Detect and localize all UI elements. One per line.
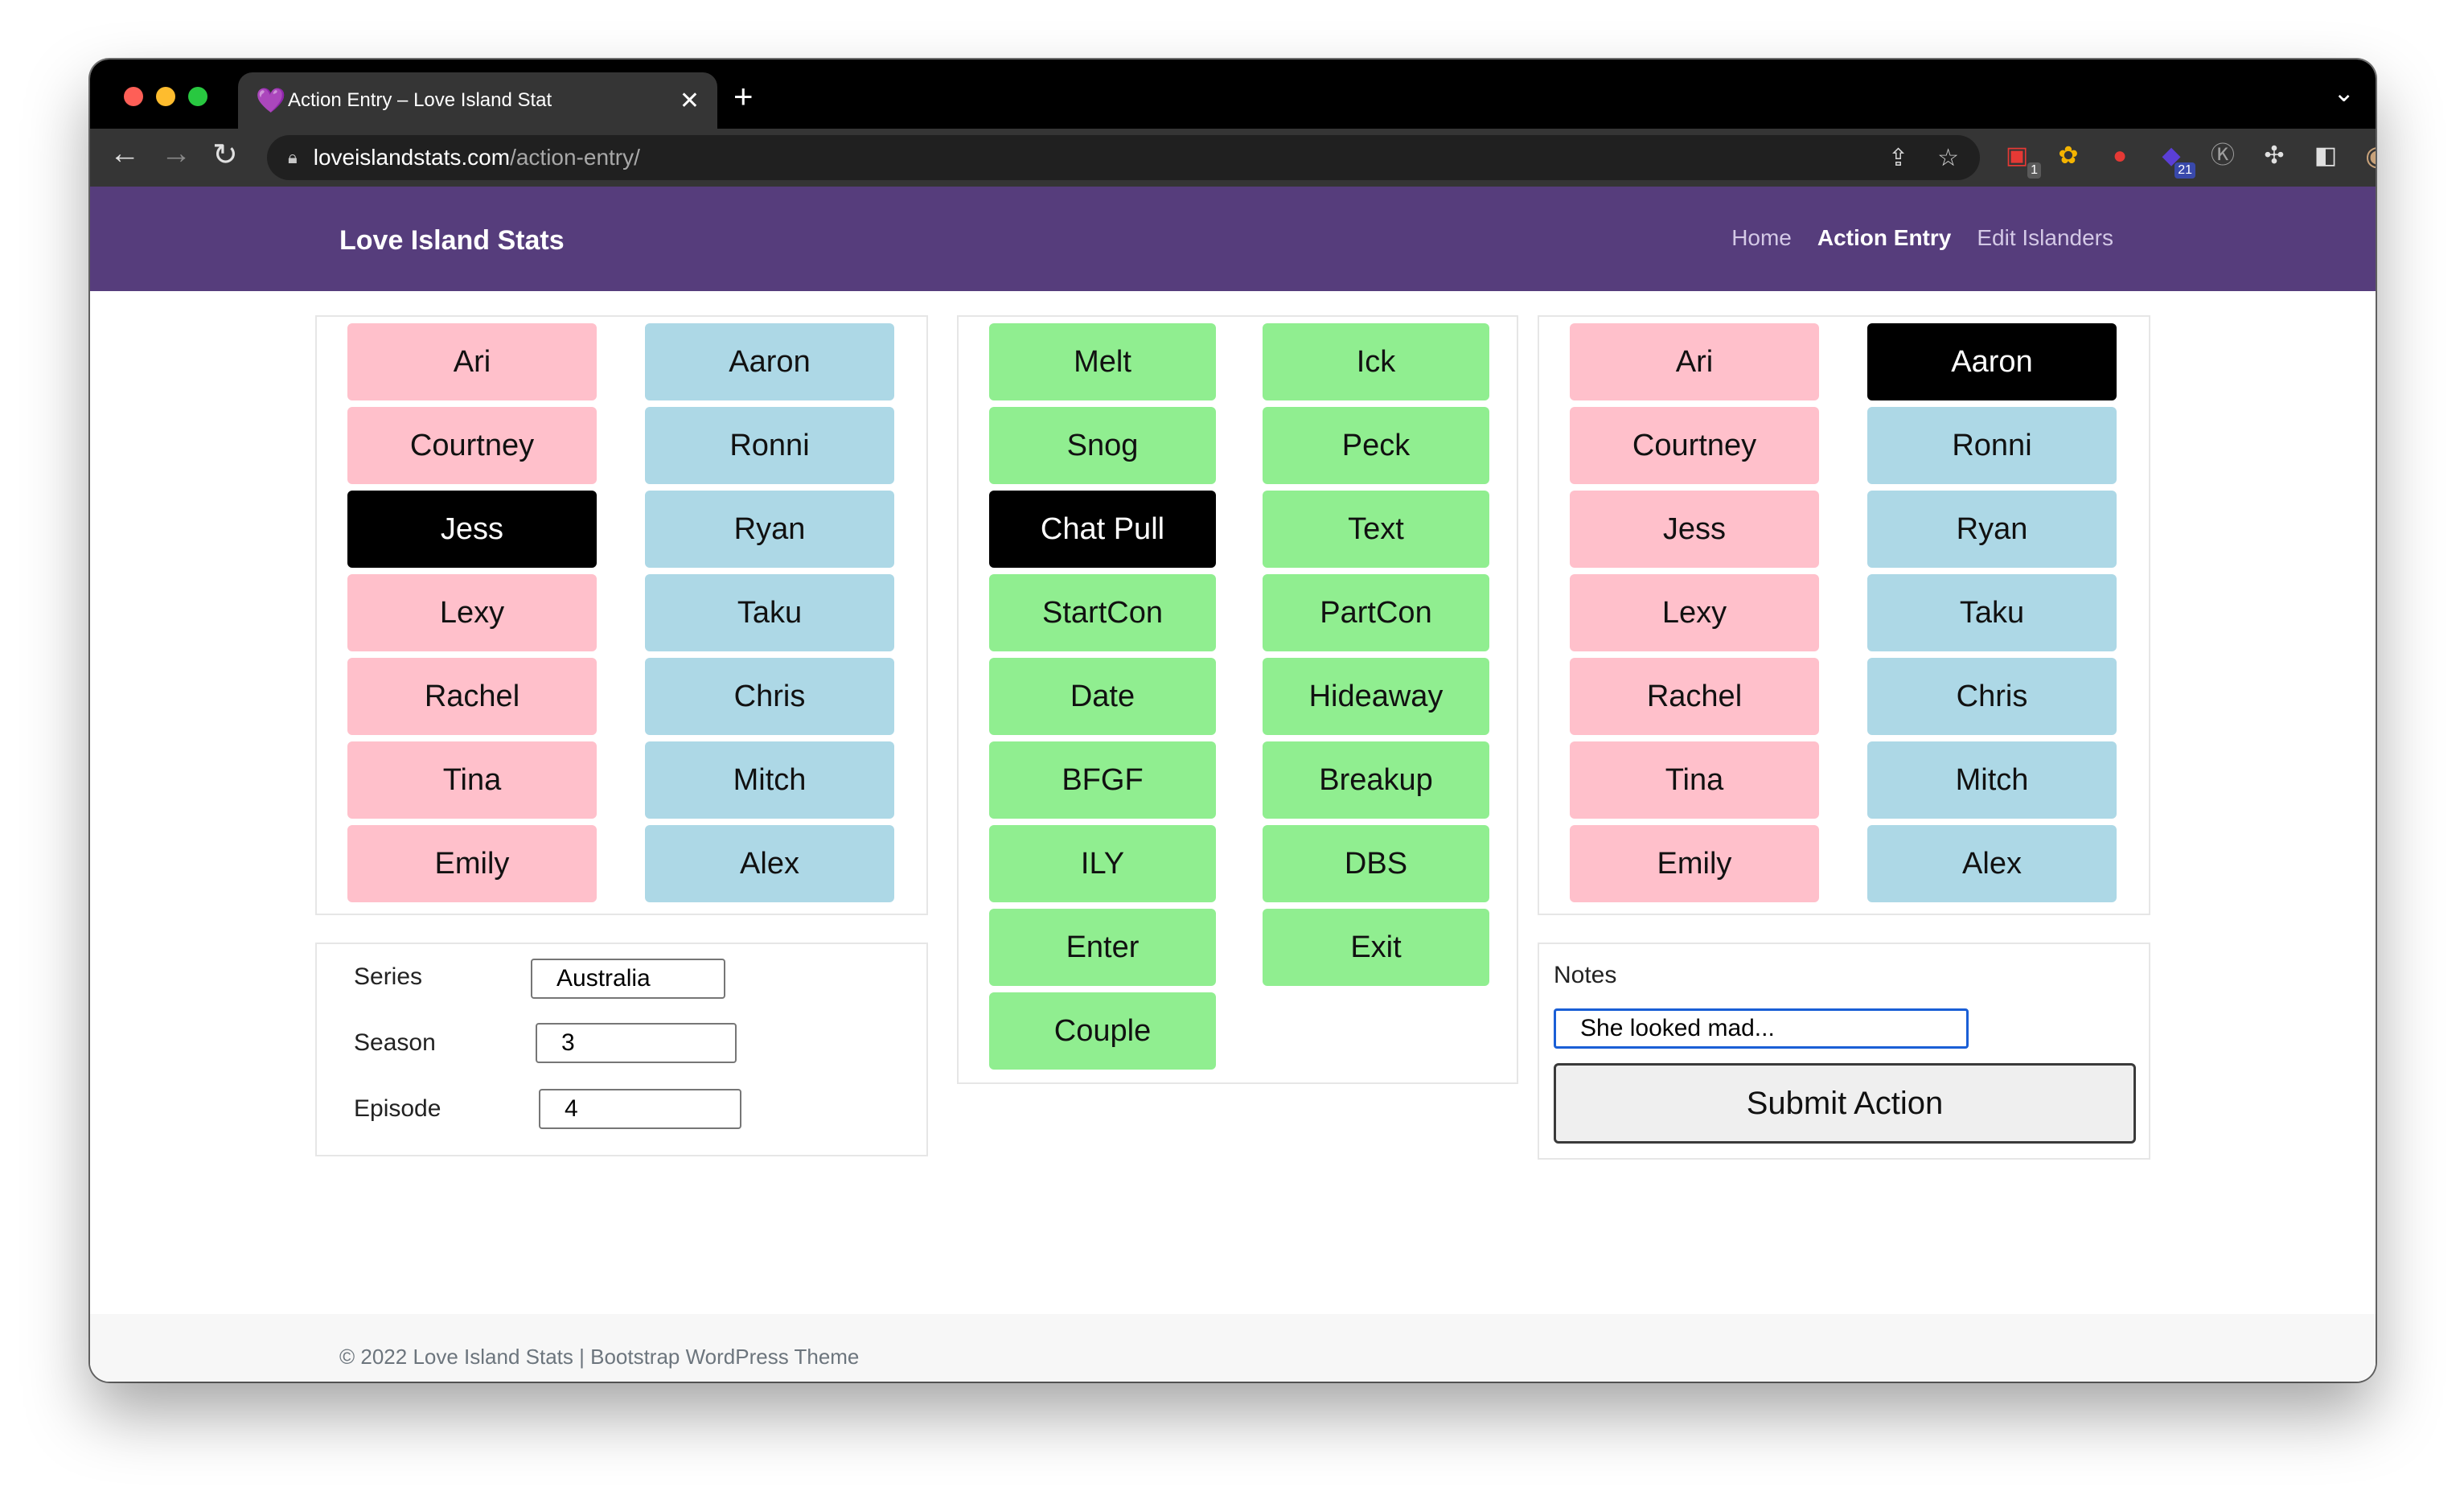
action-breakup-button[interactable]: Breakup bbox=[1263, 741, 1489, 819]
action-partcon-button[interactable]: PartCon bbox=[1263, 574, 1489, 651]
zoom-window-button[interactable] bbox=[188, 87, 207, 106]
active-tab[interactable]: 💜 Action Entry – Love Island Stat ✕ bbox=[238, 72, 717, 129]
close-tab-icon[interactable]: ✕ bbox=[680, 87, 700, 115]
side-panel-icon[interactable]: ◧ bbox=[2310, 140, 2342, 172]
right-islander-lexy-button[interactable]: Lexy bbox=[1570, 574, 1819, 651]
right-islander-chris-button[interactable]: Chris bbox=[1867, 658, 2117, 735]
lock-icon: 🔒︎ bbox=[288, 147, 298, 167]
tab-title: Action Entry – Love Island Stat bbox=[288, 89, 552, 111]
islanders-panel-left: Ari Courtney Jess Lexy Rachel Tina Emily Aaron… bbox=[315, 315, 928, 915]
left-islander-ari-button[interactable]: Ari bbox=[347, 323, 597, 400]
url-host: loveislandstats.com bbox=[313, 145, 511, 170]
extension-chat-icon[interactable]: ▣ 1 bbox=[2001, 140, 2041, 179]
action-snog-button[interactable]: Snog bbox=[989, 407, 1216, 484]
season-input[interactable]: 3 bbox=[536, 1023, 737, 1063]
action-ick-button[interactable]: Ick bbox=[1263, 323, 1489, 400]
reload-icon[interactable]: ↻ bbox=[212, 137, 238, 173]
site-footer: © 2022 Love Island Stats | Bootstrap Wor… bbox=[90, 1314, 2376, 1382]
action-exit-button[interactable]: Exit bbox=[1263, 909, 1489, 986]
left-islander-alex-button[interactable]: Alex bbox=[645, 825, 894, 902]
episode-label: Episode bbox=[354, 1095, 441, 1122]
share-icon[interactable]: ⇪ bbox=[1888, 144, 1908, 172]
right-islander-aaron-button[interactable]: Aaron bbox=[1867, 323, 2117, 400]
left-islander-rachel-button[interactable]: Rachel bbox=[347, 658, 597, 735]
left-islander-ronni-button[interactable]: Ronni bbox=[645, 407, 894, 484]
right-islander-jess-button[interactable]: Jess bbox=[1570, 491, 1819, 568]
notes-input[interactable]: She looked mad... bbox=[1554, 1008, 1969, 1049]
series-label: Series bbox=[354, 963, 423, 990]
heart-favicon-icon: 💜 bbox=[256, 87, 286, 114]
episode-input[interactable]: 4 bbox=[539, 1089, 741, 1129]
nav-home[interactable]: Home bbox=[1731, 225, 1792, 251]
right-islander-ari-button[interactable]: Ari bbox=[1570, 323, 1819, 400]
nav-edit-islanders[interactable]: Edit Islanders bbox=[1977, 225, 2113, 251]
left-islander-taku-button[interactable]: Taku bbox=[645, 574, 894, 651]
islanders-panel-right: Ari Courtney Jess Lexy Rachel Tina Emily Aaron… bbox=[1538, 315, 2150, 915]
site-brand[interactable]: Love Island Stats bbox=[339, 225, 565, 257]
season-label: Season bbox=[354, 1029, 436, 1056]
right-islander-rachel-button[interactable]: Rachel bbox=[1570, 658, 1819, 735]
right-islander-courtney-button[interactable]: Courtney bbox=[1570, 407, 1819, 484]
nav-action-entry[interactable]: Action Entry bbox=[1817, 225, 1951, 251]
action-hideaway-button[interactable]: Hideaway bbox=[1263, 658, 1489, 735]
page-content: Love Island Stats Home Action Entry Edit… bbox=[90, 187, 2376, 1382]
left-islander-tina-button[interactable]: Tina bbox=[347, 741, 597, 819]
site-navbar: Love Island Stats Home Action Entry Edit… bbox=[90, 187, 2376, 291]
action-date-button[interactable]: Date bbox=[989, 658, 1216, 735]
url-path: /action-entry/ bbox=[510, 145, 640, 170]
tab-search-chevron-icon[interactable]: ⌄ bbox=[2333, 77, 2355, 108]
left-islander-jess-button[interactable]: Jess bbox=[347, 491, 597, 568]
site-nav: Home Action Entry Edit Islanders bbox=[1731, 225, 2113, 251]
right-islander-tina-button[interactable]: Tina bbox=[1570, 741, 1819, 819]
action-ily-button[interactable]: ILY bbox=[989, 825, 1216, 902]
browser-window: 💜 Action Entry – Love Island Stat ✕ + ⌄ … bbox=[90, 60, 2376, 1382]
left-islander-lexy-button[interactable]: Lexy bbox=[347, 574, 597, 651]
action-dbs-button[interactable]: DBS bbox=[1263, 825, 1489, 902]
right-islander-taku-button[interactable]: Taku bbox=[1867, 574, 2117, 651]
episode-form-panel: Series Australia Season 3 Episode 4 bbox=[315, 943, 928, 1156]
series-input[interactable]: Australia bbox=[531, 959, 725, 999]
right-islander-alex-button[interactable]: Alex bbox=[1867, 825, 2117, 902]
right-islander-ronni-button[interactable]: Ronni bbox=[1867, 407, 2117, 484]
profile-avatar[interactable]: ◉ bbox=[2361, 140, 2376, 172]
submit-action-button[interactable]: Submit Action bbox=[1554, 1063, 2136, 1144]
left-islander-courtney-button[interactable]: Courtney bbox=[347, 407, 597, 484]
browser-toolbar: ← → ↻ 🔒︎ loveislandstats.com /action-ent… bbox=[90, 129, 2376, 187]
footer-text: © 2022 Love Island Stats | Bootstrap Wor… bbox=[339, 1345, 860, 1369]
notes-form-panel: Notes She looked mad... Submit Action bbox=[1538, 943, 2150, 1160]
extensions-puzzle-icon[interactable]: ✣ bbox=[2258, 140, 2290, 172]
actions-panel: Melt Snog Chat Pull StartCon Date BFGF ILY Ente… bbox=[957, 315, 1518, 1084]
extension-color-wheel-icon[interactable]: ✿ bbox=[2052, 140, 2084, 172]
action-bfgf-button[interactable]: BFGF bbox=[989, 741, 1216, 819]
forward-arrow-icon[interactable]: → bbox=[161, 137, 191, 171]
left-islander-mitch-button[interactable]: Mitch bbox=[645, 741, 894, 819]
left-islander-aaron-button[interactable]: Aaron bbox=[645, 323, 894, 400]
action-couple-button[interactable]: Couple bbox=[989, 992, 1216, 1070]
right-islander-mitch-button[interactable]: Mitch bbox=[1867, 741, 2117, 819]
action-peck-button[interactable]: Peck bbox=[1263, 407, 1489, 484]
new-tab-icon[interactable]: + bbox=[733, 77, 754, 116]
left-islander-emily-button[interactable]: Emily bbox=[347, 825, 597, 902]
left-islander-ryan-button[interactable]: Ryan bbox=[645, 491, 894, 568]
left-islander-chris-button[interactable]: Chris bbox=[645, 658, 894, 735]
extension-k-icon[interactable]: Ⓚ bbox=[2207, 140, 2239, 172]
extension-purple-icon[interactable]: ◆ 21 bbox=[2155, 140, 2195, 179]
action-enter-button[interactable]: Enter bbox=[989, 909, 1216, 986]
action-chat-pull-button[interactable]: Chat Pull bbox=[989, 491, 1216, 568]
action-melt-button[interactable]: Melt bbox=[989, 323, 1216, 400]
action-startcon-button[interactable]: StartCon bbox=[989, 574, 1216, 651]
bookmark-star-icon[interactable]: ☆ bbox=[1937, 144, 1959, 172]
minimize-window-button[interactable] bbox=[156, 87, 175, 106]
close-window-button[interactable] bbox=[124, 87, 143, 106]
back-arrow-icon[interactable]: ← bbox=[109, 137, 140, 171]
action-text-button[interactable]: Text bbox=[1263, 491, 1489, 568]
notes-label: Notes bbox=[1554, 962, 1617, 988]
right-islander-ryan-button[interactable]: Ryan bbox=[1867, 491, 2117, 568]
tab-strip: 💜 Action Entry – Love Island Stat ✕ + ⌄ bbox=[90, 60, 2376, 129]
right-islander-emily-button[interactable]: Emily bbox=[1570, 825, 1819, 902]
address-bar[interactable]: 🔒︎ loveislandstats.com /action-entry/ ⇪ … bbox=[267, 135, 1980, 180]
extension-red-hand-icon[interactable]: ● bbox=[2104, 140, 2136, 172]
